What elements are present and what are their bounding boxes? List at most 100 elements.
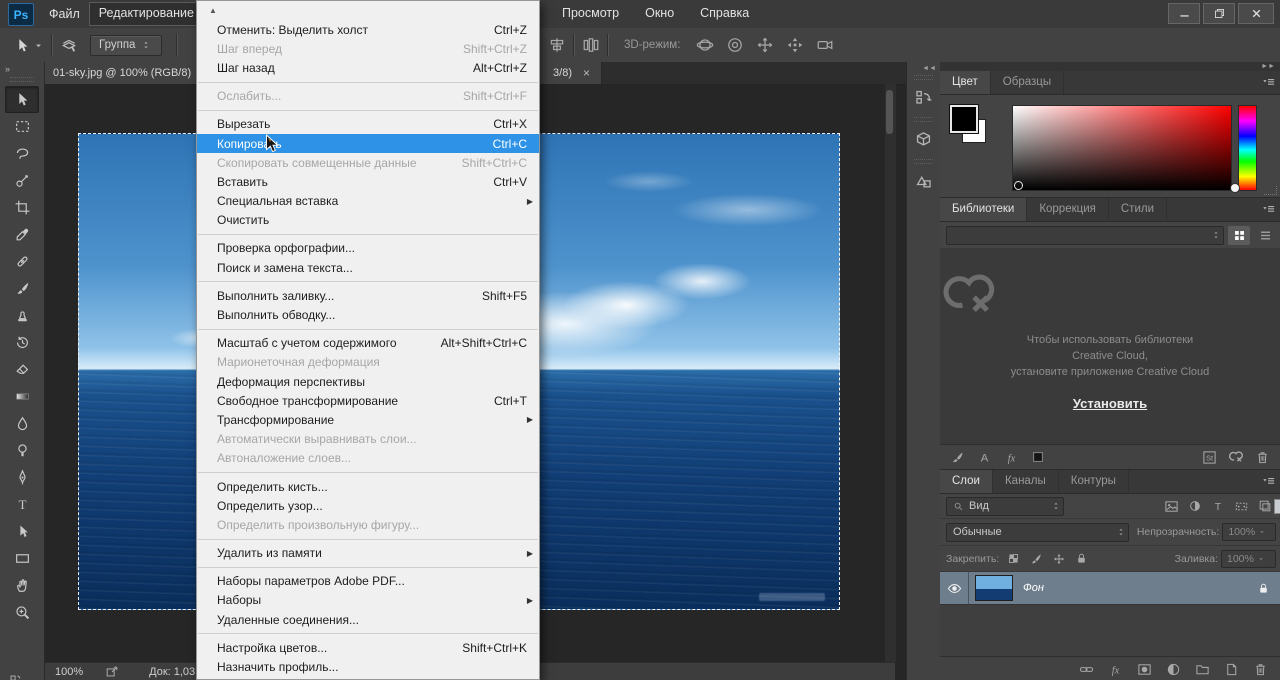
filter-type-layers-icon[interactable]: T [1211,499,1225,513]
tab-styles[interactable]: Стили [1109,198,1167,221]
dock-gripper[interactable] [914,117,933,122]
layer-row-background[interactable]: Фон [940,572,1280,605]
layer-thumbnail[interactable] [975,575,1013,601]
new-group-icon[interactable] [1195,662,1210,677]
tool-shape[interactable] [5,545,39,572]
grid-view-button[interactable] [1228,226,1250,245]
menu-edit[interactable]: Редактирование [89,2,204,26]
vertical-scrollbar-thumb[interactable] [886,90,893,134]
tab-channels[interactable]: Каналы [993,470,1059,493]
menu-item-14[interactable]: Поиск и замена текста... [197,258,539,277]
tool-preset-caret-icon[interactable] [33,40,44,51]
tab-layers[interactable]: Слои [940,470,993,493]
tab-libraries[interactable]: Библиотеки [940,198,1027,221]
new-layer-icon[interactable] [1224,662,1239,677]
menu-window[interactable]: Окно [636,2,683,24]
menu-item-0[interactable]: Отменить: Выделить холстCtrl+Z [197,20,539,39]
tool-zoom[interactable] [5,599,39,626]
menu-item-9[interactable]: ВставитьCtrl+V [197,172,539,191]
panel-resize-grip[interactable] [1264,186,1277,195]
share-icon[interactable] [105,665,119,679]
menu-item-22[interactable]: Свободное трансформированиеCtrl+T [197,391,539,410]
menu-item-31[interactable]: Удалить из памяти▶ [197,544,539,563]
menu-file[interactable]: Файл [40,3,89,25]
add-char-style-icon[interactable]: A [977,450,992,465]
menu-item-13[interactable]: Проверка орфографии... [197,239,539,258]
cc-sync-icon[interactable] [1228,449,1244,465]
distribute-icon[interactable] [582,36,600,54]
layer-name[interactable]: Фон [1023,582,1044,594]
lock-position-icon[interactable] [1052,552,1066,566]
tool-quick-selection[interactable] [5,167,39,194]
library-select-dropdown[interactable] [946,226,1224,245]
pan-3d-icon[interactable] [756,36,774,54]
roll-3d-icon[interactable] [726,36,744,54]
tool-lasso[interactable] [5,140,39,167]
menu-scroll-up[interactable]: ▲ [197,1,539,20]
hue-strip[interactable] [1238,105,1257,191]
document-tab-active[interactable]: 01-sky.jpg @ 100% (RGB/8) [45,62,212,84]
menu-item-17[interactable]: Выполнить обводку... [197,305,539,324]
panel-menu-icon[interactable] [1261,474,1276,489]
layer-style-icon[interactable]: fx [1108,662,1123,677]
menu-item-27[interactable]: Определить кисть... [197,477,539,496]
tab-swatches[interactable]: Образцы [991,71,1064,94]
tab-close-icon[interactable]: × [580,67,593,80]
tab-color[interactable]: Цвет [940,71,991,94]
filter-toggle[interactable] [1274,499,1280,514]
saturation-marker[interactable] [1014,181,1023,190]
auto-select-icon[interactable] [60,36,78,54]
menu-item-39[interactable]: Преобразовать в профиль [197,677,539,680]
tool-path-selection[interactable] [5,518,39,545]
dock-gripper[interactable] [914,75,933,80]
panel-icon-shapes[interactable] [910,167,938,195]
list-view-button[interactable] [1254,226,1276,245]
fill-value-dropdown[interactable]: 100% [1221,550,1276,568]
tool-dodge[interactable] [5,437,39,464]
tool-brush[interactable] [5,275,39,302]
tool-gradient[interactable] [5,383,39,410]
tool-history-brush[interactable] [5,329,39,356]
menu-item-21[interactable]: Деформация перспективы [197,372,539,391]
tool-hand[interactable] [5,572,39,599]
lock-transparency-icon[interactable] [1007,552,1020,565]
tool-eraser[interactable] [5,356,39,383]
tool-move[interactable] [5,86,39,113]
install-link[interactable]: Установить [1073,396,1147,411]
menu-item-23[interactable]: Трансформирование▶ [197,410,539,429]
menu-item-2[interactable]: Шаг назадAlt+Ctrl+Z [197,58,539,77]
toolbar-gripper[interactable] [10,77,34,82]
lock-all-icon[interactable] [1075,552,1088,565]
adjustment-layer-icon[interactable] [1166,662,1181,677]
panel-icon-history[interactable] [910,83,938,111]
delete-layer-icon[interactable] [1253,662,1268,677]
blend-mode-dropdown[interactable]: Обычные [946,523,1129,542]
camera-3d-icon[interactable] [816,36,834,54]
filter-adjustment-layers-icon[interactable] [1188,499,1202,513]
menu-item-37[interactable]: Настройка цветов...Shift+Ctrl+K [197,638,539,657]
link-layers-icon[interactable] [1079,662,1094,677]
restore-button[interactable] [1203,3,1235,24]
zoom-level[interactable]: 100% [55,666,83,678]
tab-adjustments[interactable]: Коррекция [1027,198,1109,221]
menu-item-35[interactable]: Удаленные соединения... [197,610,539,629]
fg-color-swatch[interactable] [950,105,978,133]
layer-visibility-toggle[interactable] [940,572,969,604]
menu-item-16[interactable]: Выполнить заливку...Shift+F5 [197,286,539,305]
menu-item-38[interactable]: Назначить профиль... [197,657,539,676]
menu-item-7[interactable]: КопироватьCtrl+C [197,134,539,153]
menu-item-19[interactable]: Масштаб с учетом содержимогоAlt+Shift+Ct… [197,334,539,353]
auto-select-group-dropdown[interactable]: Группа [90,35,162,56]
menu-view[interactable]: Просмотр [553,2,628,24]
tool-type[interactable]: T [5,491,39,518]
panel-menu-icon[interactable] [1261,75,1276,90]
tool-blur[interactable] [5,410,39,437]
add-layer-style-icon[interactable]: fx [1004,450,1019,465]
saturation-box[interactable] [1012,105,1232,191]
menu-item-34[interactable]: Наборы▶ [197,591,539,610]
menu-item-10[interactable]: Специальная вставка▶ [197,192,539,211]
panel-icon-properties[interactable] [910,125,938,153]
add-graphic-icon[interactable] [950,450,965,465]
slide-3d-icon[interactable] [786,36,804,54]
add-color-icon[interactable] [1031,450,1045,464]
